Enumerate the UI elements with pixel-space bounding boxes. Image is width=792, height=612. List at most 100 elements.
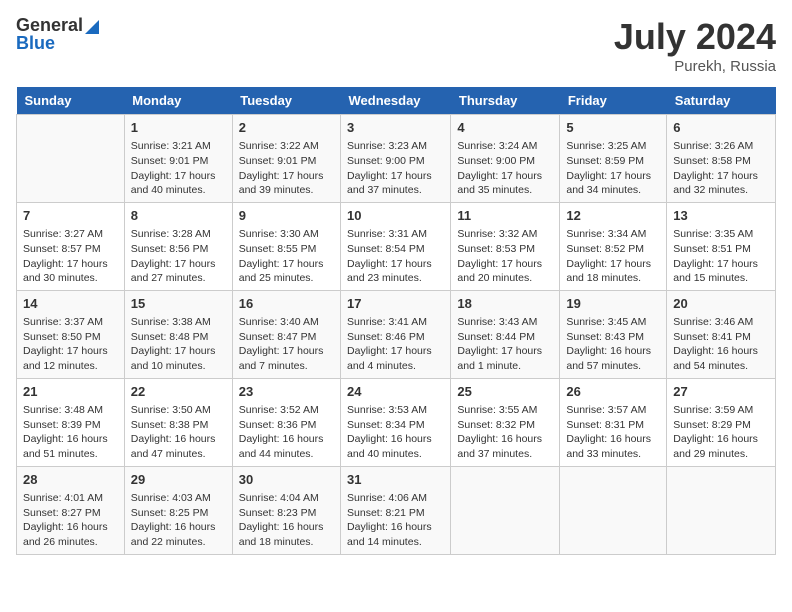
day-number: 31 — [347, 471, 444, 489]
day-info: Sunrise: 3:22 AMSunset: 9:01 PMDaylight:… — [239, 139, 334, 198]
day-number: 29 — [131, 471, 226, 489]
calendar-cell: 28 Sunrise: 4:01 AMSunset: 8:27 PMDayligh… — [17, 466, 125, 554]
calendar-cell: 1 Sunrise: 3:21 AMSunset: 9:01 PMDaylight… — [124, 115, 232, 203]
calendar-cell: 6Sunrise: 3:26 AMSunset: 8:58 PMDaylight… — [667, 115, 776, 203]
day-info: Sunrise: 3:43 AMSunset: 8:44 PMDaylight:… — [457, 315, 553, 374]
day-info: Sunrise: 4:04 AMSunset: 8:23 PMDaylight:… — [239, 491, 334, 550]
day-number: 4 — [457, 119, 553, 137]
title-block: July 2024 Purekh, Russia — [614, 16, 776, 75]
day-number: 28 — [23, 471, 118, 489]
calendar-cell: 9 Sunrise: 3:30 AMSunset: 8:55 PMDaylight… — [232, 202, 340, 290]
day-number: 7 — [23, 207, 118, 225]
calendar-week-row: 1 Sunrise: 3:21 AMSunset: 9:01 PMDaylight… — [17, 115, 776, 203]
day-number: 16 — [239, 295, 334, 313]
calendar-cell: 14 Sunrise: 3:37 AMSunset: 8:50 PMDayligh… — [17, 290, 125, 378]
day-info: Sunrise: 3:50 AMSunset: 8:38 PMDaylight:… — [131, 403, 226, 462]
day-info: Sunrise: 3:27 AMSunset: 8:57 PMDaylight:… — [23, 227, 118, 286]
day-info: Sunrise: 3:26 AMSunset: 8:58 PMDaylight:… — [673, 139, 769, 198]
calendar-cell — [17, 115, 125, 203]
day-number: 21 — [23, 383, 118, 401]
calendar-cell: 26Sunrise: 3:57 AMSunset: 8:31 PMDayligh… — [560, 378, 667, 466]
calendar-cell: 25 Sunrise: 3:55 AMSunset: 8:32 PMDayligh… — [451, 378, 560, 466]
calendar-cell: 19 Sunrise: 3:45 AMSunset: 8:43 PMDayligh… — [560, 290, 667, 378]
header-wednesday: Wednesday — [341, 87, 451, 115]
day-info: Sunrise: 3:53 AMSunset: 8:34 PMDaylight:… — [347, 403, 444, 462]
day-number: 13 — [673, 207, 769, 225]
calendar-cell — [560, 466, 667, 554]
day-info: Sunrise: 4:03 AMSunset: 8:25 PMDaylight:… — [131, 491, 226, 550]
header-thursday: Thursday — [451, 87, 560, 115]
header-sunday: Sunday — [17, 87, 125, 115]
day-number: 11 — [457, 207, 553, 225]
day-number: 9 — [239, 207, 334, 225]
calendar-cell: 3Sunrise: 3:23 AMSunset: 9:00 PMDaylight… — [341, 115, 451, 203]
header-saturday: Saturday — [667, 87, 776, 115]
calendar-cell: 4 Sunrise: 3:24 AMSunset: 9:00 PMDaylight… — [451, 115, 560, 203]
day-info: Sunrise: 3:30 AMSunset: 8:55 PMDaylight:… — [239, 227, 334, 286]
calendar-cell: 21 Sunrise: 3:48 AMSunset: 8:39 PMDayligh… — [17, 378, 125, 466]
calendar-cell: 20Sunrise: 3:46 AMSunset: 8:41 PMDayligh… — [667, 290, 776, 378]
day-info: Sunrise: 3:28 AMSunset: 8:56 PMDaylight:… — [131, 227, 226, 286]
calendar-cell: 24 Sunrise: 3:53 AMSunset: 8:34 PMDayligh… — [341, 378, 451, 466]
day-number: 19 — [566, 295, 660, 313]
calendar-cell: 7 Sunrise: 3:27 AMSunset: 8:57 PMDaylight… — [17, 202, 125, 290]
day-number: 26 — [566, 383, 660, 401]
day-number: 5 — [566, 119, 660, 137]
day-number: 15 — [131, 295, 226, 313]
day-info: Sunrise: 3:25 AMSunset: 8:59 PMDaylight:… — [566, 139, 660, 198]
calendar-cell: 8 Sunrise: 3:28 AMSunset: 8:56 PMDaylight… — [124, 202, 232, 290]
calendar-cell — [451, 466, 560, 554]
day-info: Sunrise: 3:59 AMSunset: 8:29 PMDaylight:… — [673, 403, 769, 462]
day-info: Sunrise: 3:41 AMSunset: 8:46 PMDaylight:… — [347, 315, 444, 374]
calendar-cell: 27 Sunrise: 3:59 AMSunset: 8:29 PMDayligh… — [667, 378, 776, 466]
logo: General Blue — [16, 16, 99, 54]
day-info: Sunrise: 4:01 AMSunset: 8:27 PMDaylight:… — [23, 491, 118, 550]
day-number: 30 — [239, 471, 334, 489]
location-subtitle: Purekh, Russia — [614, 58, 776, 75]
month-year-title: July 2024 — [614, 16, 776, 58]
day-info: Sunrise: 3:46 AMSunset: 8:41 PMDaylight:… — [673, 315, 769, 374]
day-number: 24 — [347, 383, 444, 401]
day-number: 27 — [673, 383, 769, 401]
day-info: Sunrise: 3:48 AMSunset: 8:39 PMDaylight:… — [23, 403, 118, 462]
calendar-cell: 30 Sunrise: 4:04 AMSunset: 8:23 PMDayligh… — [232, 466, 340, 554]
day-number: 14 — [23, 295, 118, 313]
page-header: General Blue July 2024 Purekh, Russia — [16, 16, 776, 75]
day-number: 2 — [239, 119, 334, 137]
calendar-week-row: 28 Sunrise: 4:01 AMSunset: 8:27 PMDayligh… — [17, 466, 776, 554]
calendar-cell — [667, 466, 776, 554]
day-info: Sunrise: 3:52 AMSunset: 8:36 PMDaylight:… — [239, 403, 334, 462]
day-info: Sunrise: 3:45 AMSunset: 8:43 PMDaylight:… — [566, 315, 660, 374]
calendar-cell: 13 Sunrise: 3:35 AMSunset: 8:51 PMDayligh… — [667, 202, 776, 290]
calendar-cell: 12Sunrise: 3:34 AMSunset: 8:52 PMDayligh… — [560, 202, 667, 290]
day-info: Sunrise: 3:55 AMSunset: 8:32 PMDaylight:… — [457, 403, 553, 462]
day-info: Sunrise: 3:23 AMSunset: 9:00 PMDaylight:… — [347, 139, 444, 198]
calendar-week-row: 21 Sunrise: 3:48 AMSunset: 8:39 PMDayligh… — [17, 378, 776, 466]
calendar-cell: 17 Sunrise: 3:41 AMSunset: 8:46 PMDayligh… — [341, 290, 451, 378]
calendar-cell: 23Sunrise: 3:52 AMSunset: 8:36 PMDayligh… — [232, 378, 340, 466]
calendar-cell: 15 Sunrise: 3:38 AMSunset: 8:48 PMDayligh… — [124, 290, 232, 378]
day-number: 10 — [347, 207, 444, 225]
day-number: 8 — [131, 207, 226, 225]
day-number: 25 — [457, 383, 553, 401]
day-info: Sunrise: 3:21 AMSunset: 9:01 PMDaylight:… — [131, 139, 226, 198]
day-info: Sunrise: 3:31 AMSunset: 8:54 PMDaylight:… — [347, 227, 444, 286]
calendar-cell: 29 Sunrise: 4:03 AMSunset: 8:25 PMDayligh… — [124, 466, 232, 554]
day-info: Sunrise: 3:24 AMSunset: 9:00 PMDaylight:… — [457, 139, 553, 198]
calendar-header-row: SundayMondayTuesdayWednesdayThursdayFrid… — [17, 87, 776, 115]
logo-blue-text: Blue — [16, 34, 99, 54]
calendar-week-row: 14 Sunrise: 3:37 AMSunset: 8:50 PMDayligh… — [17, 290, 776, 378]
calendar-cell: 31Sunrise: 4:06 AMSunset: 8:21 PMDayligh… — [341, 466, 451, 554]
logo-arrow-icon — [85, 16, 99, 34]
day-number: 17 — [347, 295, 444, 313]
day-info: Sunrise: 3:40 AMSunset: 8:47 PMDaylight:… — [239, 315, 334, 374]
day-info: Sunrise: 3:37 AMSunset: 8:50 PMDaylight:… — [23, 315, 118, 374]
day-info: Sunrise: 3:35 AMSunset: 8:51 PMDaylight:… — [673, 227, 769, 286]
day-number: 1 — [131, 119, 226, 137]
header-monday: Monday — [124, 87, 232, 115]
calendar-cell: 22Sunrise: 3:50 AMSunset: 8:38 PMDayligh… — [124, 378, 232, 466]
day-info: Sunrise: 3:38 AMSunset: 8:48 PMDaylight:… — [131, 315, 226, 374]
header-tuesday: Tuesday — [232, 87, 340, 115]
calendar-cell: 10 Sunrise: 3:31 AMSunset: 8:54 PMDayligh… — [341, 202, 451, 290]
calendar-table: SundayMondayTuesdayWednesdayThursdayFrid… — [16, 87, 776, 555]
